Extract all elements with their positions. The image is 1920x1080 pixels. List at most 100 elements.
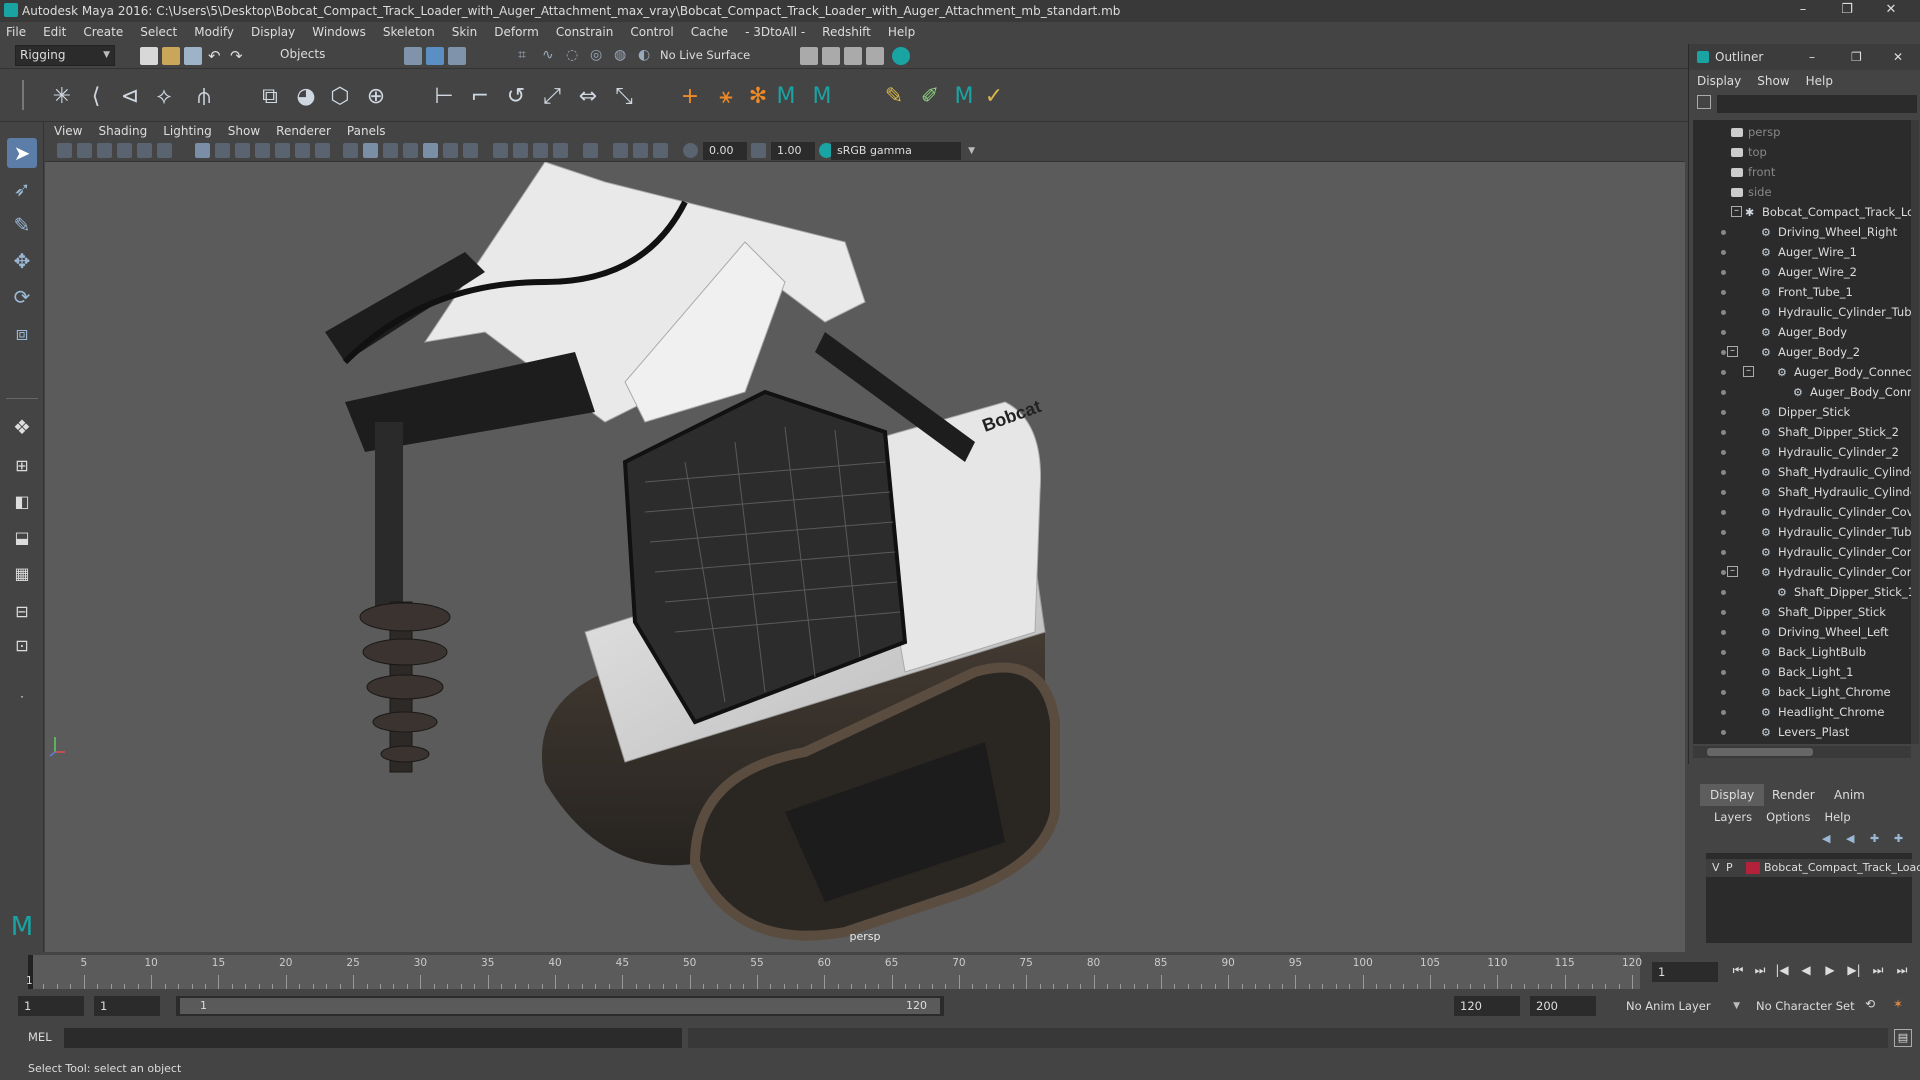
gamma-field[interactable]: 1.00 [771,142,815,160]
save-scene-icon[interactable] [184,47,202,65]
collapse-toggle-icon[interactable]: – [1727,566,1738,577]
scale-tool-icon[interactable]: ⧈ [7,318,37,348]
auto-key-icon[interactable]: ⟲ [1862,996,1878,1012]
menu-cache[interactable]: Cache [691,25,728,39]
ipr-render-icon[interactable] [844,47,862,65]
animation-preferences-icon[interactable]: ✶ [1890,996,1906,1012]
persp-uv-layout-icon[interactable]: ⊟ [7,596,37,626]
layout-more-icon[interactable]: · [7,682,37,712]
lattice-icon[interactable]: ⬡ [326,82,354,110]
visibility-dot[interactable] [1721,490,1726,495]
character-set-dropdown[interactable]: No Character Set [1750,996,1870,1016]
xray-joints-icon[interactable] [653,143,668,158]
render-view-icon[interactable] [866,47,884,65]
panel-menu-view[interactable]: View [54,124,82,138]
outliner-item[interactable]: side [1731,182,1772,202]
maya-tool-a-icon[interactable]: M [772,82,800,110]
panel-menu-lighting[interactable]: Lighting [163,124,212,138]
outliner-item[interactable]: ⚙ Hydraulic_Cylinder_Cover_ [1761,502,1911,522]
constraint-point-icon[interactable]: ⊢ [430,82,458,110]
custom-layout-icon[interactable]: ⊡ [7,630,37,660]
select-camera-icon[interactable] [57,143,72,158]
visibility-dot[interactable] [1721,670,1726,675]
visibility-dot[interactable] [1721,610,1726,615]
visibility-dot[interactable] [1721,310,1726,315]
grease-pencil-icon[interactable] [157,143,172,158]
shelf-tab-handle[interactable] [22,80,30,110]
redo-icon[interactable]: ↷ [230,47,248,65]
rotate-tool-icon[interactable]: ⟳ [7,282,37,312]
perspective-viewport[interactable]: Bobcat persp [45,162,1685,952]
outliner-item[interactable]: ⚙ Driving_Wheel_Left [1761,622,1889,642]
visibility-dot[interactable] [1721,730,1726,735]
visibility-dot[interactable] [1721,430,1726,435]
outliner-item[interactable]: ⚙ Shaft_Dipper_Stick_1 [1777,582,1911,602]
layer-menu-help[interactable]: Help [1824,810,1850,824]
wireframe-icon[interactable] [343,143,358,158]
textured-icon[interactable] [423,143,438,158]
safe-title-icon[interactable] [315,143,330,158]
menu-skin[interactable]: Skin [452,25,478,39]
outliner-search-input[interactable] [1717,95,1917,113]
layer-row[interactable]: V P Bobcat_Compact_Track_Loader [1706,859,1920,877]
orient-joint-icon[interactable]: ⟡ [150,82,178,110]
layer-playback-toggle[interactable]: P [1726,859,1733,877]
menu-3dtoall[interactable]: - 3DtoAll - [745,25,805,39]
xray-icon[interactable] [613,143,628,158]
brush-icon[interactable]: ✐ [916,82,944,110]
outliner-item[interactable]: ⚙ back_Light_Chrome [1761,682,1891,702]
outliner-item[interactable]: ⚙ Back_Light_1 [1761,662,1853,682]
camera-attributes-icon[interactable] [77,143,92,158]
script-editor-icon[interactable]: ▤ [1894,1029,1912,1047]
restore-button[interactable]: ❐ [1826,0,1868,22]
lasso-tool-icon[interactable]: ➶ [7,174,37,204]
playback-start-field[interactable]: 1 [94,996,160,1016]
outliner-minimize-button[interactable]: – [1809,44,1815,70]
visibility-dot[interactable] [1721,510,1726,515]
new-layer-selected-icon[interactable]: ✚ [1894,832,1908,845]
outliner-item[interactable]: ⚙ Auger_Body_Conn [1793,382,1911,402]
visibility-dot[interactable] [1721,550,1726,555]
menu-modify[interactable]: Modify [194,25,234,39]
outliner-restore-button[interactable]: ❐ [1851,44,1862,70]
menu-display[interactable]: Display [251,25,295,39]
constraint-orient-icon[interactable]: ↺ [502,82,530,110]
outliner-item[interactable]: top [1731,142,1767,162]
visibility-dot[interactable] [1721,370,1726,375]
maya-tool-c-icon[interactable]: M [950,82,978,110]
step-back-key-icon[interactable]: ⏭ [1752,962,1768,978]
tab-render[interactable]: Render [1762,784,1825,806]
range-bar-track[interactable]: 1 120 [176,996,944,1016]
new-layer-icon[interactable]: ✚ [1870,832,1884,845]
menu-windows[interactable]: Windows [312,25,366,39]
outliner-item[interactable]: ⚙ Auger_Body_2 [1761,342,1860,362]
outliner-item[interactable]: ⚙ Hydraulic_Cylinder_Corp_S [1761,562,1911,582]
outliner-item[interactable]: ⚙ Driving_Wheel_Right [1761,222,1897,242]
play-forward-icon[interactable]: ▶ [1822,962,1838,978]
visibility-dot[interactable] [1721,590,1726,595]
cluster-handle-icon[interactable]: ⚹ [712,82,740,110]
render-frame-icon[interactable] [822,47,840,65]
tab-anim[interactable]: Anim [1824,784,1875,806]
visibility-dot[interactable] [1721,530,1726,535]
select-object-icon[interactable] [426,47,444,65]
panel-menu-shading[interactable]: Shading [98,124,147,138]
field-chart-icon[interactable] [275,143,290,158]
isolate-select-icon[interactable] [583,143,598,158]
outliner-item[interactable]: ⚙ Shaft_Dipper_Stick_2 [1761,422,1899,442]
time-ruler[interactable]: 5 10 15 20 25 30 35 40 45 50 55 60 65 70 75 80 85 90 95 100… [26,955,1642,989]
outliner-menu-show[interactable]: Show [1757,72,1789,90]
locator-icon[interactable]: + [676,82,704,110]
hypershade-layout-icon[interactable]: ▦ [7,558,37,588]
two-d-pan-icon[interactable] [137,143,152,158]
step-forward-key-icon[interactable]: ⏭ [1870,962,1886,978]
menu-help[interactable]: Help [888,25,915,39]
anti-aliasing-icon[interactable] [533,143,548,158]
paint-weights-icon[interactable]: ✎ [880,82,908,110]
use-default-material-icon[interactable] [383,143,398,158]
close-button[interactable]: ✕ [1870,0,1912,22]
new-scene-icon[interactable] [140,47,158,65]
outliner-item[interactable]: ⚙ Front_Tube_1 [1761,282,1853,302]
outliner-vertical-scrollbar[interactable] [1911,120,1919,744]
collapse-toggle-icon[interactable]: – [1743,366,1754,377]
